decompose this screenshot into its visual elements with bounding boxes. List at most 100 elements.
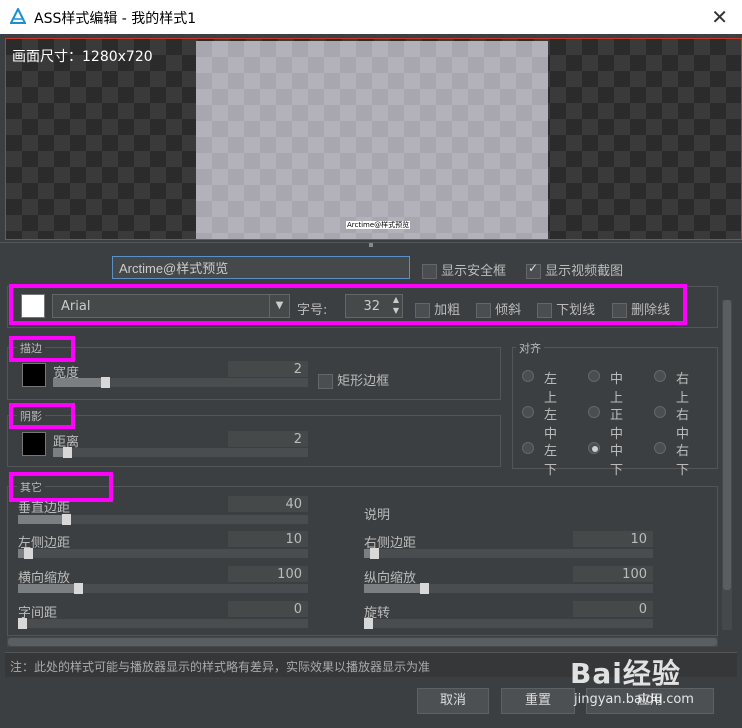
slider-knob[interactable] (101, 377, 110, 388)
scale-x-field[interactable]: 100 (228, 566, 308, 582)
align-label: 右上 (676, 372, 690, 406)
align-label: 右下 (676, 444, 690, 478)
reset-button[interactable]: 重置 (501, 688, 575, 714)
italic-label: 倾斜 (495, 303, 522, 318)
radio[interactable] (654, 442, 666, 454)
align-legend: 对齐 (516, 340, 544, 356)
font-name-value: Arial (61, 299, 91, 314)
vertical-margin-field[interactable]: 40 (228, 496, 308, 512)
font-name-select[interactable]: Arial ▼ (52, 294, 290, 318)
scale-y-slider[interactable] (364, 583, 653, 594)
font-color-swatch[interactable] (21, 294, 45, 318)
radio[interactable] (654, 370, 666, 382)
vertical-scrollbar-thumb[interactable] (723, 300, 731, 590)
horizontal-scrollbar-thumb[interactable] (8, 638, 717, 646)
preview-area: Arctime@样式预览 画面尺寸：1280x720 (5, 38, 742, 240)
check-icon: ✓ (528, 261, 539, 275)
slider-knob[interactable] (364, 618, 373, 629)
strikeout-option[interactable]: 删除线 (612, 299, 670, 318)
left-margin-field[interactable]: 10 (228, 531, 308, 547)
window-title: ASS样式编辑 - 我的样式1 (34, 11, 197, 27)
rect-border-option[interactable]: 矩形边框 (318, 370, 389, 389)
spacing-field[interactable]: 0 (228, 601, 308, 617)
rotation-slider[interactable] (364, 618, 653, 629)
slider-knob[interactable] (62, 514, 71, 525)
show-safe-frame-label: 显示安全框 (441, 264, 507, 279)
shadow-distance-field[interactable]: 2 (228, 431, 308, 447)
radio[interactable] (588, 370, 600, 382)
chevron-down-icon[interactable]: ▼ (269, 295, 289, 317)
slider-knob[interactable] (74, 583, 83, 594)
scale-x-slider[interactable] (18, 583, 308, 594)
slider-fill (364, 584, 422, 593)
splitter-handle[interactable] (369, 243, 373, 247)
stepper-up-icon[interactable]: ▲ (393, 295, 399, 304)
shadow-color-swatch[interactable] (22, 432, 46, 456)
shadow-distance-slider[interactable] (53, 447, 308, 458)
align-label: 右中 (676, 408, 690, 442)
radio-selected[interactable] (588, 442, 600, 454)
rect-border-checkbox[interactable] (318, 374, 333, 389)
font-size-stepper[interactable]: 32 ▲ ▼ (345, 294, 403, 318)
show-video-frame-checkbox[interactable]: ✓ (526, 261, 541, 279)
align-label: 左上 (544, 372, 558, 406)
watermark-brand: Bai经验 (570, 657, 681, 690)
slider-knob[interactable] (420, 583, 429, 594)
underline-option[interactable]: 下划线 (537, 299, 595, 318)
close-icon[interactable]: ✕ (711, 5, 728, 29)
radio[interactable] (522, 370, 534, 382)
radio[interactable] (522, 442, 534, 454)
slider-fill (18, 515, 64, 524)
bold-option[interactable]: 加粗 (415, 299, 460, 318)
canvas-size-label: 画面尺寸：1280x720 (12, 49, 153, 65)
align-label: 正中 (610, 408, 624, 442)
stroke-width-slider[interactable] (53, 377, 308, 388)
radio[interactable] (588, 406, 600, 418)
slider-knob[interactable] (18, 618, 27, 629)
arctime-logo-icon (10, 8, 26, 24)
stroke-width-field[interactable]: 2 (228, 361, 308, 377)
watermark-url: jingyan.baidu.com (574, 692, 694, 707)
show-video-frame-option[interactable]: ✓ 显示视频截图 (526, 260, 623, 279)
underline-checkbox[interactable] (537, 303, 552, 318)
slider-knob[interactable] (24, 548, 33, 559)
scale-y-field[interactable]: 100 (573, 566, 653, 582)
baidu-watermark: Bai经验 jingyan.baidu.com (570, 648, 738, 714)
stroke-color-swatch[interactable] (22, 363, 46, 387)
left-margin-slider[interactable] (18, 548, 308, 559)
show-video-frame-label: 显示视频截图 (545, 264, 624, 279)
slider-knob[interactable] (370, 548, 379, 559)
align-label: 中上 (610, 372, 624, 406)
show-safe-frame-checkbox[interactable] (422, 264, 437, 279)
align-label: 中下 (610, 444, 624, 478)
slider-fill (18, 584, 76, 593)
video-frame: Arctime@样式预览 (196, 41, 548, 239)
stepper-down-icon[interactable]: ▼ (393, 306, 399, 315)
bold-checkbox[interactable] (415, 303, 430, 318)
right-margin-field[interactable]: 10 (573, 531, 653, 547)
align-grid: 左上 中上 右上 左中 正中 右中 左下 中下 右下 (522, 368, 718, 478)
subtitle-preview: Arctime@样式预览 (346, 221, 411, 229)
description-label: 说明 (364, 508, 391, 523)
show-safe-frame-option[interactable]: 显示安全框 (422, 260, 506, 279)
vertical-scrollbar[interactable] (722, 300, 732, 630)
strikeout-label: 删除线 (631, 303, 671, 318)
horizontal-scrollbar[interactable] (7, 637, 718, 647)
strikeout-checkbox[interactable] (612, 303, 627, 318)
slider-fill (53, 378, 103, 387)
stroke-legend: 描边 (17, 340, 45, 356)
cancel-button[interactable]: 取消 (417, 688, 489, 714)
spacing-slider[interactable] (18, 618, 308, 629)
other-legend: 其它 (17, 479, 45, 495)
right-margin-slider[interactable] (364, 548, 653, 559)
radio[interactable] (522, 406, 534, 418)
rect-border-label: 矩形边框 (337, 374, 390, 389)
radio[interactable] (654, 406, 666, 418)
slider-knob[interactable] (63, 447, 72, 458)
rotation-field[interactable]: 0 (573, 601, 653, 617)
vertical-margin-slider[interactable] (18, 514, 308, 525)
italic-checkbox[interactable] (476, 303, 491, 318)
style-name-input[interactable] (112, 256, 410, 279)
underline-label: 下划线 (556, 303, 596, 318)
italic-option[interactable]: 倾斜 (476, 299, 521, 318)
